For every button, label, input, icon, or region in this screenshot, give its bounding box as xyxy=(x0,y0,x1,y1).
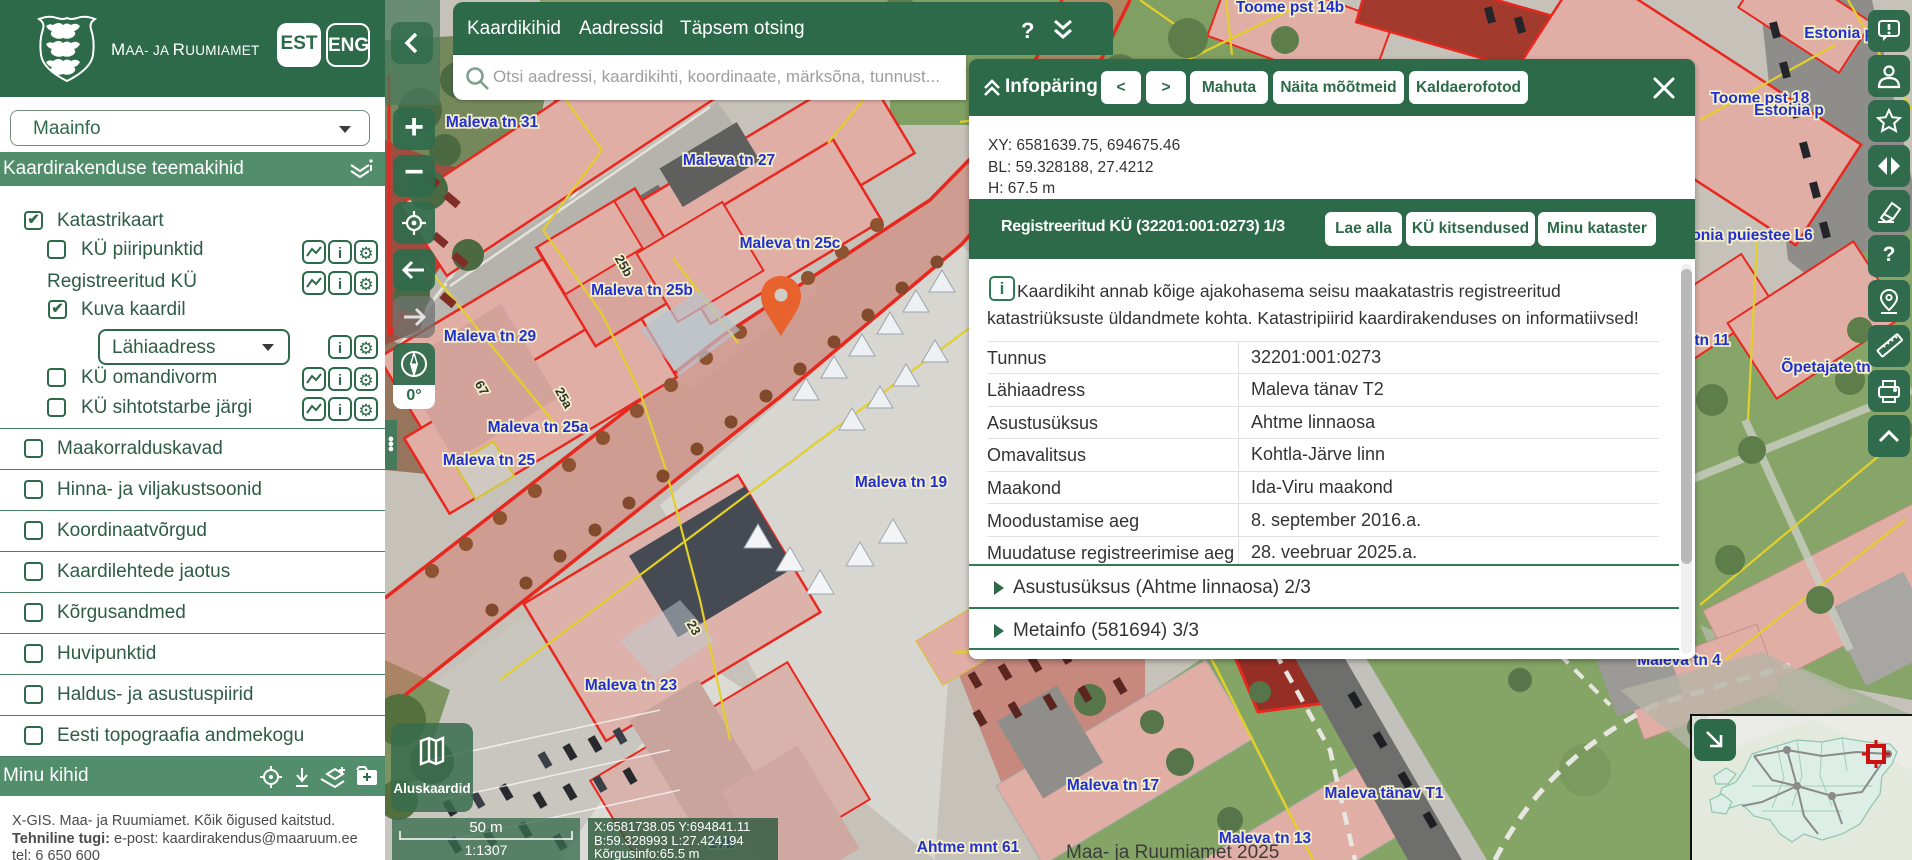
svg-text:Maleva tn 19: Maleva tn 19 xyxy=(855,474,948,491)
svg-text:tn 11: tn 11 xyxy=(1694,332,1730,349)
svg-text:i: i xyxy=(338,372,342,389)
svg-text:Maleva tn 29: Maleva tn 29 xyxy=(444,328,537,345)
svg-text:Maleva tn 25c: Maleva tn 25c xyxy=(740,235,841,252)
svg-text:Maleva tn 25: Maleva tn 25 xyxy=(443,452,536,469)
svg-text:i: i xyxy=(338,245,342,262)
svg-text:Maleva tn 27: Maleva tn 27 xyxy=(683,152,775,169)
svg-text:⚙: ⚙ xyxy=(358,401,373,420)
svg-text:Maleva tn 17: Maleva tn 17 xyxy=(1067,777,1159,794)
svg-text:Maleva tn 25b: Maleva tn 25b xyxy=(591,282,693,299)
svg-text:Maa- ja Ruumiamet 2025: Maa- ja Ruumiamet 2025 xyxy=(1066,842,1279,860)
svg-text:Maleva tänav T1: Maleva tänav T1 xyxy=(1325,785,1444,802)
svg-text:⚙: ⚙ xyxy=(358,371,373,390)
svg-text:Maleva tn 31: Maleva tn 31 xyxy=(446,114,539,131)
svg-text:i: i xyxy=(338,276,342,293)
svg-text:i: i xyxy=(338,402,342,419)
svg-text:i: i xyxy=(338,340,342,357)
svg-text:⚙: ⚙ xyxy=(358,244,373,263)
svg-text:Maleva tn 25a: Maleva tn 25a xyxy=(488,419,589,436)
svg-text:Toome pst 14b: Toome pst 14b xyxy=(1236,0,1344,16)
svg-text:Estonia p: Estonia p xyxy=(1754,102,1824,119)
svg-text:Õpetajate tn: Õpetajate tn xyxy=(1781,358,1871,376)
svg-text:⚙: ⚙ xyxy=(358,275,373,294)
svg-text:⚙: ⚙ xyxy=(358,339,373,358)
svg-text:Ahtme mnt 61: Ahtme mnt 61 xyxy=(917,839,1020,856)
svg-text:Maleva tn 23: Maleva tn 23 xyxy=(585,677,678,694)
